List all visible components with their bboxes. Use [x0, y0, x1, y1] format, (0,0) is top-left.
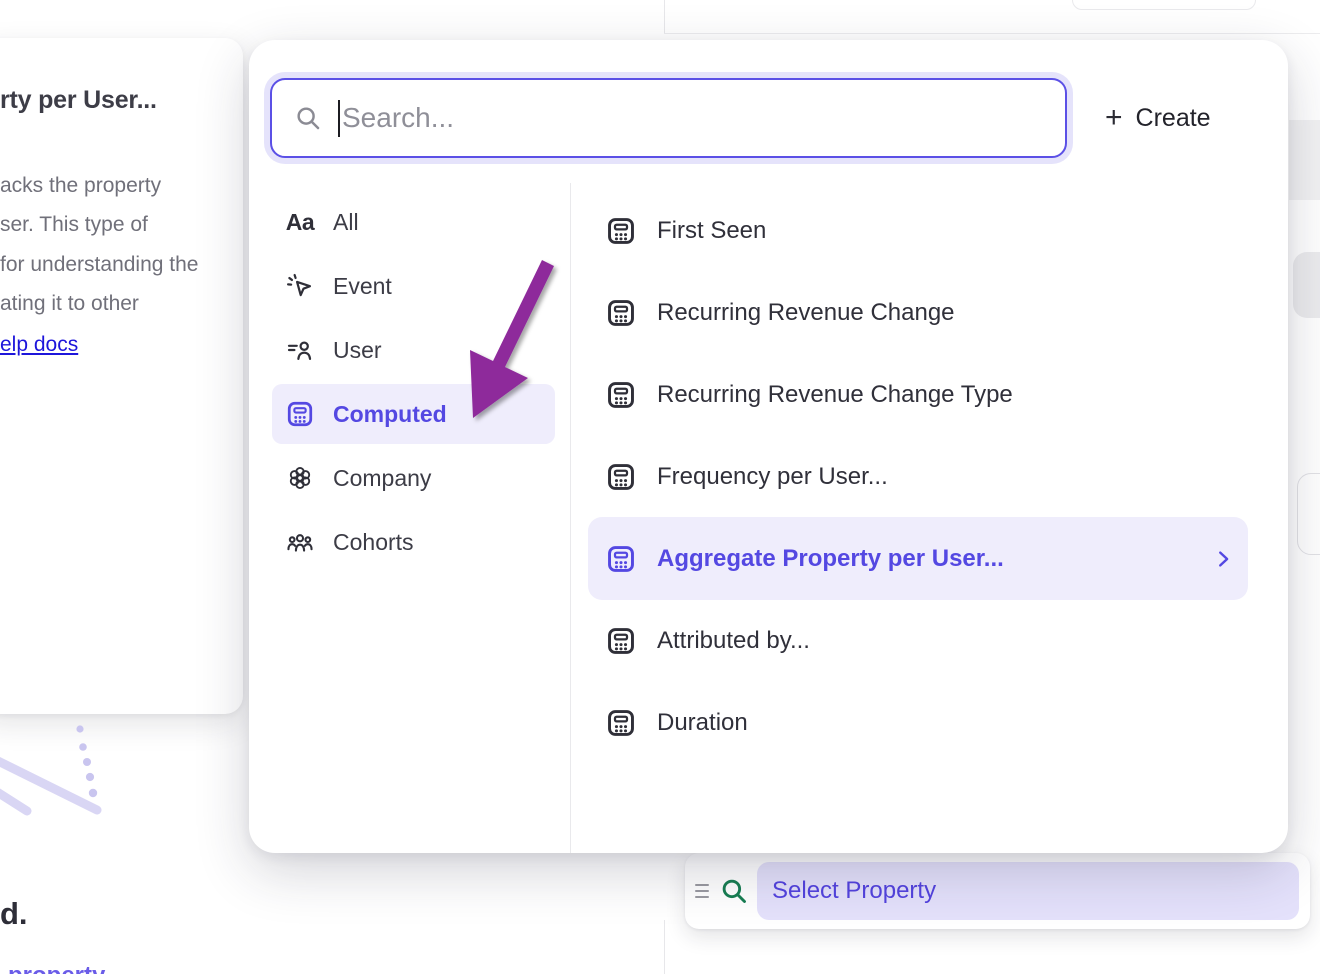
background-card-fragment-top: [1072, 0, 1256, 10]
search-icon: [294, 104, 322, 132]
calculator-icon: [605, 297, 637, 329]
list-item-label: Recurring Revenue Change: [657, 299, 1234, 327]
pane-divider: [570, 183, 571, 853]
cutoff-purple-text-fragment: property: [8, 962, 105, 974]
company-flower-icon: [285, 463, 315, 493]
tooltip-title: rty per User...: [0, 86, 230, 115]
tooltip-body: acks the property ser. This type of for …: [0, 166, 235, 324]
search-icon-green: [719, 876, 749, 906]
list-item-frequency-per-user[interactable]: Frequency per User...: [588, 435, 1248, 518]
tooltip-body-line: ser. This type of: [0, 205, 235, 244]
property-picker-popover: + Create Aa All Event: [249, 40, 1288, 853]
calculator-icon: [605, 461, 637, 493]
category-all[interactable]: Aa All: [272, 192, 555, 252]
property-selector-card: Select Property: [685, 853, 1310, 929]
chevron-right-icon: [1212, 548, 1234, 570]
background-fragment-gray-blob: [1293, 252, 1320, 318]
calculator-icon: [285, 399, 315, 429]
background-fragment-gray-band: [1289, 120, 1320, 200]
list-item-label: Frequency per User...: [657, 463, 1234, 491]
screenshot-canvas: rty per User... acks the property ser. T…: [0, 0, 1320, 974]
category-event[interactable]: Event: [272, 256, 555, 316]
drag-handle-icon[interactable]: [695, 884, 709, 898]
user-list-icon: [285, 335, 315, 365]
list-item-label: Attributed by...: [657, 627, 1234, 655]
tooltip-body-line: ating it to other: [0, 284, 235, 323]
calculator-icon: [605, 379, 637, 411]
list-item-duration[interactable]: Duration: [588, 681, 1248, 764]
background-card-corner-fragment: [1297, 473, 1320, 555]
category-computed[interactable]: Computed: [272, 384, 555, 444]
people-group-icon: [285, 527, 315, 557]
decorative-illustration: [0, 718, 120, 818]
category-label: Cohorts: [333, 529, 414, 556]
category-company[interactable]: Company: [272, 448, 555, 508]
list-item-label: Aggregate Property per User...: [657, 545, 1212, 573]
select-property-button[interactable]: Select Property: [757, 862, 1299, 920]
list-item-aggregate-property-per-user[interactable]: Aggregate Property per User...: [588, 517, 1248, 600]
page-vertical-divider-bottom: [664, 920, 665, 974]
list-item-recurring-revenue-change[interactable]: Recurring Revenue Change: [588, 271, 1248, 354]
list-item-label: Duration: [657, 709, 1234, 737]
create-button-label: Create: [1136, 104, 1211, 133]
cursor-spark-icon: [285, 271, 315, 301]
plus-icon: +: [1105, 103, 1123, 133]
page-horizontal-divider: [664, 33, 1320, 34]
help-docs-link[interactable]: elp docs: [0, 325, 78, 364]
category-label: All: [333, 209, 359, 236]
category-label: Company: [333, 465, 431, 492]
calculator-icon: [605, 625, 637, 657]
tooltip-card: rty per User... acks the property ser. T…: [0, 38, 243, 714]
search-input[interactable]: [342, 88, 1065, 148]
list-item-first-seen[interactable]: First Seen: [588, 189, 1248, 272]
search-box[interactable]: [270, 78, 1067, 158]
text-caret: [338, 100, 340, 137]
page-vertical-divider-top: [664, 0, 665, 34]
tooltip-body-line: acks the property: [0, 166, 235, 205]
tooltip-body-line: for understanding the: [0, 245, 235, 284]
list-item-label: Recurring Revenue Change Type: [657, 381, 1234, 409]
calculator-icon: [605, 215, 637, 247]
select-property-label: Select Property: [772, 877, 936, 905]
calculator-icon: [605, 543, 637, 575]
category-cohorts[interactable]: Cohorts: [272, 512, 555, 572]
category-label: User: [333, 337, 382, 364]
text-aa-icon: Aa: [285, 207, 315, 237]
list-item-recurring-revenue-change-type[interactable]: Recurring Revenue Change Type: [588, 353, 1248, 436]
list-item-attributed-by[interactable]: Attributed by...: [588, 599, 1248, 682]
list-item-label: First Seen: [657, 217, 1234, 245]
category-label: Event: [333, 273, 392, 300]
category-user[interactable]: User: [272, 320, 555, 380]
cutoff-heading-fragment: d.: [0, 896, 28, 932]
calculator-icon: [605, 707, 637, 739]
category-label: Computed: [333, 401, 447, 428]
create-button[interactable]: + Create: [1105, 95, 1211, 141]
